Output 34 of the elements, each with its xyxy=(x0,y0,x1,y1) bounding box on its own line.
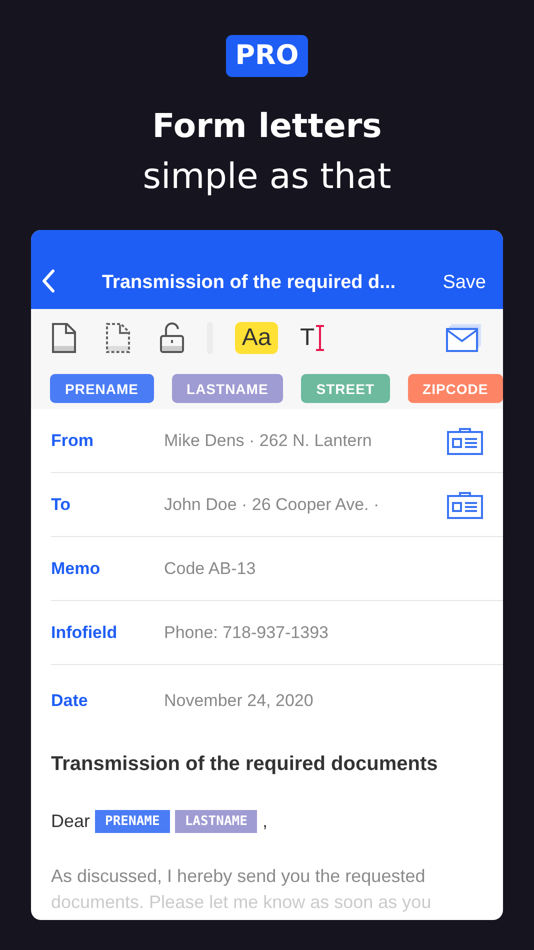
contact-card-icon[interactable] xyxy=(447,490,483,518)
mail-stack-icon[interactable] xyxy=(445,323,483,353)
field-label: To xyxy=(51,494,72,514)
field-label: Infofield xyxy=(51,622,118,642)
nav-title: Transmission of the required d... xyxy=(102,271,396,295)
unlocked-padlock-icon[interactable] xyxy=(159,322,185,354)
letter-subject: Transmission of the required documents xyxy=(51,753,439,776)
field-value[interactable]: November 24, 2020 xyxy=(164,691,483,711)
salutation-text: Dear xyxy=(51,811,90,832)
document-icon[interactable] xyxy=(51,322,77,354)
contact-card-icon[interactable] xyxy=(447,426,483,454)
placeholder-tag[interactable]: PRENAME xyxy=(50,374,154,403)
subheadline: simple as that xyxy=(142,156,392,199)
field-label: Date xyxy=(51,691,89,711)
back-icon[interactable] xyxy=(41,269,55,293)
save-button[interactable]: Save xyxy=(442,271,486,295)
text-cursor-button[interactable]: T xyxy=(300,324,325,352)
pro-badge: PRO xyxy=(226,35,308,77)
placeholder-token[interactable]: PRENAME xyxy=(95,810,170,833)
field-value[interactable]: Phone: 718-937-1393 xyxy=(164,622,483,642)
placeholder-token[interactable]: LASTNAME xyxy=(174,810,258,833)
field-value[interactable]: Code AB-13 xyxy=(164,558,483,578)
field-label: Memo xyxy=(51,558,102,578)
headline: Form letters xyxy=(152,105,382,147)
field-label: From xyxy=(51,430,94,450)
font-button[interactable]: Aa xyxy=(235,322,278,354)
field-value[interactable]: John Doe · 26 Cooper Ave. · xyxy=(164,494,447,514)
salutation-text: , xyxy=(262,811,268,832)
placeholder-tag[interactable]: STREET xyxy=(301,374,390,403)
dashed-document-icon[interactable] xyxy=(105,322,131,354)
placeholder-tag[interactable]: ZIPCODE xyxy=(408,374,503,403)
placeholder-tag[interactable]: LASTNAME xyxy=(172,374,284,403)
field-value[interactable]: Mike Dens · 262 N. Lantern xyxy=(164,430,447,450)
text-cursor-icon xyxy=(314,324,325,352)
